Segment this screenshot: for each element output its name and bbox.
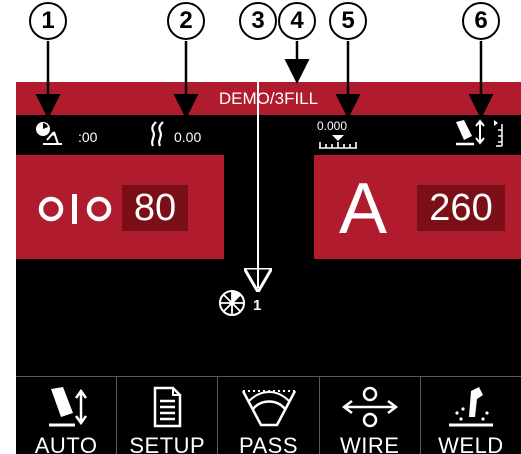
pass-count: 1 bbox=[253, 297, 262, 314]
auto-label: AUTO bbox=[34, 433, 98, 454]
wire-speed-panel[interactable]: 80 bbox=[16, 155, 224, 259]
callout-2: 2 bbox=[167, 2, 205, 40]
pass-button[interactable]: PASS bbox=[217, 377, 318, 454]
weld-button[interactable]: WELD bbox=[419, 377, 521, 454]
callout-6: 6 bbox=[462, 2, 500, 40]
document-icon bbox=[154, 386, 182, 428]
wire-feed-speed-icon bbox=[38, 194, 112, 224]
setup-label: SETUP bbox=[129, 433, 206, 454]
bottom-nav: AUTO SETUP PASS WIRE WELD bbox=[16, 376, 521, 454]
ruler-icon bbox=[319, 135, 357, 149]
callout-1: 1 bbox=[29, 2, 67, 40]
header-bar: DEMO/3FILL bbox=[16, 82, 521, 115]
pass-sequence-icon bbox=[219, 290, 245, 316]
weld-label: WELD bbox=[438, 433, 504, 454]
torch-height-icon bbox=[456, 119, 503, 147]
wire-feed-icon bbox=[341, 386, 398, 428]
auto-button[interactable]: AUTO bbox=[16, 377, 116, 454]
torch-height-auto-icon bbox=[49, 387, 88, 427]
amperage-unit: A bbox=[339, 169, 388, 249]
setup-button[interactable]: SETUP bbox=[116, 377, 217, 454]
program-title: DEMO/3FILL bbox=[218, 89, 319, 108]
welder-display: DEMO/3FILL :00 0.00 0.000 80 A 260 1 AUT… bbox=[16, 82, 521, 454]
callout-3: 3 bbox=[239, 2, 277, 40]
amperage-value[interactable]: 260 bbox=[417, 185, 505, 231]
heat-value: 0.00 bbox=[174, 129, 202, 145]
welding-torch-icon bbox=[448, 387, 493, 427]
amperage-panel[interactable]: A 260 bbox=[314, 155, 521, 259]
timer-icon bbox=[36, 122, 62, 145]
status-row: :00 0.00 0.000 bbox=[16, 115, 521, 151]
offset-value: 0.000 bbox=[317, 119, 348, 133]
timer-value: :00 bbox=[78, 129, 98, 145]
callout-4: 4 bbox=[278, 2, 316, 40]
wire-button[interactable]: WIRE bbox=[318, 377, 420, 454]
wire-label: WIRE bbox=[339, 433, 400, 454]
wire-speed-value[interactable]: 80 bbox=[122, 185, 188, 231]
heat-icon bbox=[151, 121, 164, 147]
pass-label: PASS bbox=[238, 433, 299, 454]
callout-5: 5 bbox=[329, 2, 367, 40]
weld-pass-icon bbox=[241, 390, 296, 427]
